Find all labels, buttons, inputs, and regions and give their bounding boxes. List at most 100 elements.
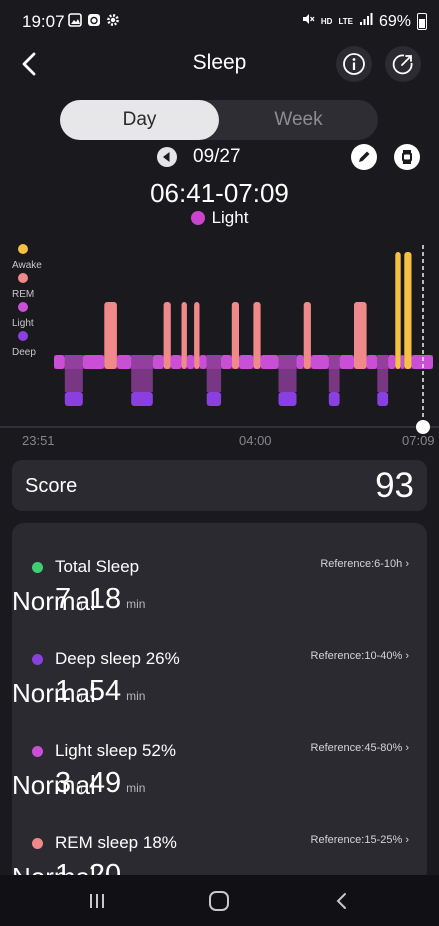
stage-segment-deep[interactable] bbox=[328, 392, 340, 406]
stage-segment-light[interactable] bbox=[388, 355, 396, 369]
stage-segment-rem[interactable] bbox=[253, 302, 261, 369]
stage-segment-rem[interactable] bbox=[194, 302, 200, 369]
metric-reference[interactable]: Reference:45-80% › bbox=[311, 742, 409, 754]
sleep-details-card: Total Sleep Reference:6-10h › 7 h 18 min No… bbox=[12, 523, 427, 883]
score-value: 93 bbox=[375, 466, 414, 505]
metric-reference[interactable]: Reference:10-40% › bbox=[311, 650, 409, 662]
metric-rem-sleep[interactable]: REM sleep 18% Reference:15-25% › 1h20min… bbox=[12, 799, 427, 883]
stage-segment-light[interactable] bbox=[310, 355, 329, 369]
stage-segment-awake[interactable] bbox=[404, 252, 412, 369]
edit-button[interactable] bbox=[351, 144, 377, 170]
metric-light-sleep[interactable]: Light sleep 52% Reference:45-80% › 3 h 49 m… bbox=[12, 707, 427, 800]
stage-segment-light[interactable] bbox=[339, 355, 354, 369]
stage-segment-light[interactable] bbox=[116, 355, 132, 369]
hd-label: HD bbox=[320, 17, 333, 26]
stage-segment-light[interactable] bbox=[400, 355, 405, 369]
reference-text: Reference:6-10h bbox=[320, 558, 403, 570]
recents-icon bbox=[90, 894, 104, 908]
gallery-icon bbox=[68, 13, 82, 27]
previous-day-button[interactable] bbox=[156, 146, 178, 168]
pencil-icon bbox=[359, 151, 370, 162]
stage-segment-light[interactable] bbox=[82, 355, 105, 369]
metric-total-sleep[interactable]: Total Sleep Reference:6-10h › 7 h 18 min No… bbox=[12, 523, 427, 616]
metric-name: REM sleep 18% bbox=[55, 833, 177, 852]
stage-segment-deep[interactable] bbox=[64, 392, 83, 406]
stage-segment-light[interactable] bbox=[186, 355, 195, 369]
stage-segment-rem[interactable] bbox=[104, 302, 117, 369]
status-bar: 19:07 HD LTE 69% bbox=[0, 0, 439, 44]
tab-day[interactable]: Day bbox=[60, 100, 219, 140]
share-button[interactable] bbox=[385, 46, 421, 82]
date-label: 09/27 bbox=[193, 146, 241, 167]
stage-segment-light[interactable] bbox=[366, 355, 378, 369]
settings-gear-icon bbox=[106, 13, 120, 27]
stage-segment-light[interactable] bbox=[411, 355, 433, 369]
stage-segment-rem[interactable] bbox=[303, 302, 311, 369]
selected-time-range: 06:41-07:09 bbox=[150, 178, 289, 208]
chevron-right-icon: › bbox=[405, 742, 409, 754]
stage-segment-deep[interactable] bbox=[206, 392, 222, 406]
stage-connector bbox=[328, 355, 340, 392]
battery-icon bbox=[417, 13, 427, 30]
signal-icon bbox=[359, 12, 373, 31]
header: Sleep bbox=[0, 44, 439, 84]
metric-reference[interactable]: Reference:6-10h › bbox=[320, 558, 409, 570]
stage-dot bbox=[190, 211, 205, 225]
recent-apps-button[interactable] bbox=[85, 889, 109, 913]
stage-segment-rem[interactable] bbox=[354, 302, 367, 369]
stage-segment-rem[interactable] bbox=[181, 302, 187, 369]
stage-segment-light[interactable] bbox=[54, 355, 65, 369]
stage-label: Light bbox=[211, 208, 249, 227]
home-button[interactable] bbox=[207, 889, 231, 913]
stage-connector bbox=[377, 355, 389, 392]
info-icon bbox=[343, 53, 365, 75]
info-button[interactable] bbox=[336, 46, 372, 82]
system-back-button[interactable] bbox=[330, 889, 354, 913]
lte-label: LTE bbox=[338, 17, 353, 26]
system-nav-bar bbox=[0, 875, 439, 926]
watch-icon bbox=[402, 150, 412, 164]
metric-deep-sleep[interactable]: Deep sleep 26% Reference:10-40% › 1 h 54 mi… bbox=[12, 615, 427, 708]
selected-stage: Light bbox=[0, 208, 439, 228]
cursor-handle[interactable] bbox=[416, 420, 430, 434]
score-card[interactable]: Score 93 bbox=[12, 460, 427, 511]
stage-segment-light[interactable] bbox=[296, 355, 304, 369]
metric-name: Deep sleep 26% bbox=[55, 649, 180, 668]
stage-segment-light[interactable] bbox=[221, 355, 232, 369]
stage-segment-light[interactable] bbox=[152, 355, 164, 369]
metric-name: Total Sleep bbox=[55, 557, 140, 576]
sleep-stage-chart[interactable] bbox=[0, 240, 439, 440]
home-icon bbox=[209, 891, 229, 911]
metric-dot bbox=[32, 838, 43, 849]
reference-text: Reference:45-80% bbox=[310, 742, 403, 754]
score-label: Score bbox=[25, 475, 78, 497]
metric-dot bbox=[32, 562, 43, 573]
stage-segment-rem[interactable] bbox=[163, 302, 171, 369]
stage-segment-deep[interactable] bbox=[377, 392, 389, 406]
page-title: Sleep bbox=[192, 51, 247, 74]
x-tick-label: 23:51 bbox=[22, 433, 55, 448]
x-tick-label: 07:09 bbox=[402, 433, 435, 448]
reference-text: Reference:10-40% bbox=[310, 650, 403, 662]
back-chevron-icon bbox=[336, 893, 346, 909]
app-icon bbox=[87, 13, 101, 27]
stage-segment-deep[interactable] bbox=[278, 392, 297, 406]
x-tick-label: 04:00 bbox=[239, 433, 272, 448]
stage-segment-light[interactable] bbox=[260, 355, 279, 369]
stage-segment-rem[interactable] bbox=[231, 302, 239, 369]
stage-segment-light[interactable] bbox=[170, 355, 182, 369]
tab-week[interactable]: Week bbox=[219, 100, 378, 140]
stage-segment-deep[interactable] bbox=[131, 392, 153, 406]
metric-dot bbox=[32, 654, 43, 665]
stage-connector bbox=[64, 355, 83, 392]
stage-segment-awake[interactable] bbox=[395, 252, 401, 369]
chevron-right-icon: › bbox=[405, 650, 409, 662]
stage-connector bbox=[278, 355, 297, 392]
metric-dot bbox=[32, 746, 43, 757]
watch-button[interactable] bbox=[394, 144, 420, 170]
reference-text: Reference:15-25% bbox=[310, 834, 403, 846]
metric-reference[interactable]: Reference:15-25% › bbox=[311, 834, 409, 846]
stage-segment-light[interactable] bbox=[239, 355, 254, 369]
stage-connector bbox=[206, 355, 222, 392]
stage-segment-light[interactable] bbox=[199, 355, 207, 369]
